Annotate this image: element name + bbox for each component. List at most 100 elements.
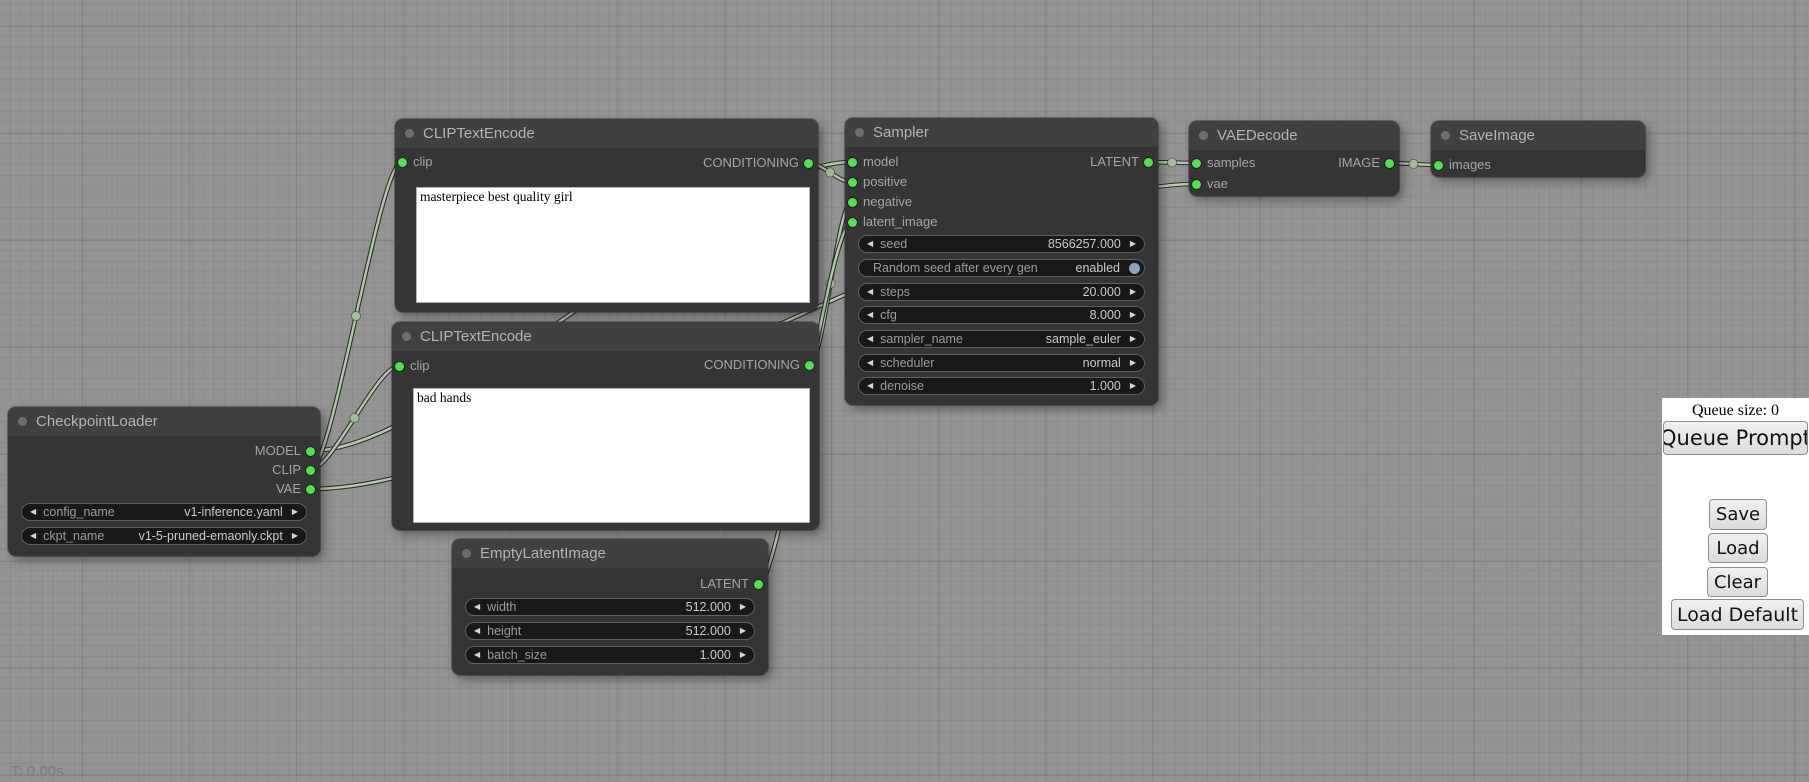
queue-prompt-button[interactable]: Queue Prompt bbox=[1663, 421, 1808, 455]
widget-increment-arrow-icon[interactable]: ▶ bbox=[740, 599, 754, 615]
widget-decrement-arrow-icon[interactable]: ◀ bbox=[22, 504, 36, 520]
widget-increment-arrow-icon[interactable]: ▶ bbox=[1130, 355, 1144, 371]
output-slot-dot[interactable] bbox=[805, 361, 814, 370]
node-vae-decode[interactable]: VAEDecodesamplesvaeIMAGE bbox=[1189, 121, 1399, 196]
widget-label: cfg bbox=[880, 308, 897, 322]
input-slot-dot[interactable] bbox=[848, 218, 857, 227]
output-slot-label: CLIP bbox=[272, 461, 301, 479]
widget-height[interactable]: ◀height512.000▶ bbox=[465, 622, 755, 640]
comfyui-canvas[interactable]: { "canvas": { "timer_label": "T: 0.00s" … bbox=[0, 0, 1809, 782]
node-title-label: CLIPTextEncode bbox=[420, 328, 532, 345]
widget-increment-arrow-icon[interactable]: ▶ bbox=[292, 504, 306, 520]
widget-steps[interactable]: ◀steps20.000▶ bbox=[858, 283, 1145, 301]
prompt-textarea[interactable]: bad hands bbox=[413, 388, 810, 523]
node-title-bar: VAEDecode bbox=[1189, 121, 1399, 150]
widget-batch-size[interactable]: ◀batch_size1.000▶ bbox=[465, 646, 755, 664]
prompt-textarea[interactable]: masterpiece best quality girl bbox=[416, 187, 810, 303]
collapse-dot-icon[interactable] bbox=[402, 332, 411, 341]
widget-cfg[interactable]: ◀ cfg 8.000 ▶ bbox=[858, 306, 1145, 324]
widget-value: v1-inference.yaml bbox=[184, 505, 283, 519]
output-slot-conditioning: CONDITIONING bbox=[392, 356, 819, 374]
widget-seed[interactable]: ◀ seed 8566257.000 ▶ bbox=[858, 235, 1145, 253]
output-slot-label: MODEL bbox=[255, 442, 301, 460]
widget-decrement-arrow-icon[interactable]: ◀ bbox=[859, 355, 873, 371]
collapse-dot-icon[interactable] bbox=[1441, 131, 1450, 140]
output-slot-label: IMAGE bbox=[1338, 154, 1380, 172]
widget-value: normal bbox=[1083, 356, 1121, 370]
queue-size-label: Queue size: 0 bbox=[1662, 402, 1809, 420]
collapse-dot-icon[interactable] bbox=[1199, 131, 1208, 140]
widget-decrement-arrow-icon[interactable]: ◀ bbox=[22, 528, 36, 544]
save-button[interactable]: Save bbox=[1709, 499, 1767, 530]
widget-increment-arrow-icon[interactable]: ▶ bbox=[292, 528, 306, 544]
widget-config-name[interactable]: ◀config_namev1-inference.yaml▶ bbox=[21, 503, 307, 521]
widget-width[interactable]: ◀width512.000▶ bbox=[465, 598, 755, 616]
widget-decrement-arrow-icon[interactable]: ◀ bbox=[859, 331, 873, 347]
node-title-bar: EmptyLatentImage bbox=[452, 539, 768, 568]
widget-decrement-arrow-icon[interactable]: ◀ bbox=[466, 599, 480, 615]
node-title-label: Sampler bbox=[873, 124, 929, 141]
output-slot-dot[interactable] bbox=[306, 485, 315, 494]
input-slot-dot[interactable] bbox=[848, 198, 857, 207]
widget-scheduler[interactable]: ◀ scheduler normal ▶ bbox=[858, 354, 1145, 372]
load-default-button[interactable]: Load Default bbox=[1671, 599, 1804, 630]
widget-denoise[interactable]: ◀denoise1.000▶ bbox=[858, 377, 1145, 395]
node-checkpoint-loader[interactable]: CheckpointLoaderMODELCLIPVAE◀config_name… bbox=[8, 407, 320, 556]
output-slot-dot[interactable] bbox=[804, 159, 813, 168]
output-slot-dot[interactable] bbox=[1144, 158, 1153, 167]
node-clip-text-encode-positive[interactable]: CLIPTextEncodeclipCONDITIONINGmasterpiec… bbox=[395, 119, 818, 312]
input-slot-dot[interactable] bbox=[848, 178, 857, 187]
widget-value: 8.000 bbox=[1090, 308, 1121, 322]
output-slot-label: CONDITIONING bbox=[704, 356, 800, 374]
widget-ckpt-name[interactable]: ◀ckpt_namev1-5-pruned-emaonly.ckpt▶ bbox=[21, 527, 307, 545]
toggle-dot-icon[interactable] bbox=[1129, 263, 1140, 274]
widget-label: Random seed after every gen bbox=[873, 261, 1038, 275]
output-slot-label: CONDITIONING bbox=[703, 154, 799, 172]
collapse-dot-icon[interactable] bbox=[405, 129, 414, 138]
widget-increment-arrow-icon[interactable]: ▶ bbox=[740, 623, 754, 639]
output-slot-dot[interactable] bbox=[306, 466, 315, 475]
widget-decrement-arrow-icon[interactable]: ◀ bbox=[859, 284, 873, 300]
node-sampler[interactable]: Samplermodelpositivenegativelatent_image… bbox=[845, 118, 1158, 405]
clear-button[interactable]: Clear bbox=[1707, 567, 1768, 597]
widget-sampler-name[interactable]: ◀sampler_namesample_euler▶ bbox=[858, 330, 1145, 348]
output-slot-dot[interactable] bbox=[1385, 159, 1394, 168]
node-empty-latent-image[interactable]: EmptyLatentImageLATENT◀width512.000▶◀hei… bbox=[452, 539, 768, 675]
node-title-label: CLIPTextEncode bbox=[423, 125, 535, 142]
widget-value: 512.000 bbox=[686, 600, 731, 614]
node-title-bar: Sampler bbox=[845, 118, 1158, 147]
widget-decrement-arrow-icon[interactable]: ◀ bbox=[466, 647, 480, 663]
widget-increment-arrow-icon[interactable]: ▶ bbox=[1130, 236, 1144, 252]
output-slot-dot[interactable] bbox=[306, 447, 315, 456]
widget-value: enabled bbox=[1076, 261, 1121, 275]
widget-decrement-arrow-icon[interactable]: ◀ bbox=[859, 307, 873, 323]
collapse-dot-icon[interactable] bbox=[462, 549, 471, 558]
node-save-image[interactable]: SaveImageimages bbox=[1431, 121, 1645, 177]
input-slot-dot[interactable] bbox=[1434, 161, 1443, 170]
widget-increment-arrow-icon[interactable]: ▶ bbox=[740, 647, 754, 663]
widget-label: seed bbox=[880, 237, 907, 251]
widget-value: 8566257.000 bbox=[1048, 237, 1121, 251]
widget-decrement-arrow-icon[interactable]: ◀ bbox=[859, 378, 873, 394]
input-slot-dot[interactable] bbox=[1192, 180, 1201, 189]
widget-random-seed-after-every-gen[interactable]: Random seed after every gen enabled bbox=[858, 259, 1145, 277]
comfy-menu-panel: Queue size: 0 Queue Prompt Save Load Cle… bbox=[1662, 398, 1809, 635]
node-title-bar: CheckpointLoader bbox=[8, 407, 320, 436]
collapse-dot-icon[interactable] bbox=[855, 128, 864, 137]
node-title-label: SaveImage bbox=[1459, 127, 1535, 144]
widget-decrement-arrow-icon[interactable]: ◀ bbox=[859, 236, 873, 252]
input-slot-positive: positive bbox=[845, 173, 1158, 191]
widget-increment-arrow-icon[interactable]: ▶ bbox=[1130, 378, 1144, 394]
node-clip-text-encode-negative[interactable]: CLIPTextEncodeclipCONDITIONINGbad hands bbox=[392, 322, 819, 530]
widget-increment-arrow-icon[interactable]: ▶ bbox=[1130, 307, 1144, 323]
widget-increment-arrow-icon[interactable]: ▶ bbox=[1130, 331, 1144, 347]
widget-increment-arrow-icon[interactable]: ▶ bbox=[1130, 284, 1144, 300]
input-slot-label: positive bbox=[863, 173, 907, 191]
collapse-dot-icon[interactable] bbox=[18, 417, 27, 426]
widget-decrement-arrow-icon[interactable]: ◀ bbox=[466, 623, 480, 639]
output-slot-label: LATENT bbox=[700, 575, 749, 593]
widget-label: scheduler bbox=[880, 356, 934, 370]
output-slot-model: MODEL bbox=[8, 442, 320, 460]
load-button[interactable]: Load bbox=[1708, 533, 1768, 563]
output-slot-dot[interactable] bbox=[754, 580, 763, 589]
